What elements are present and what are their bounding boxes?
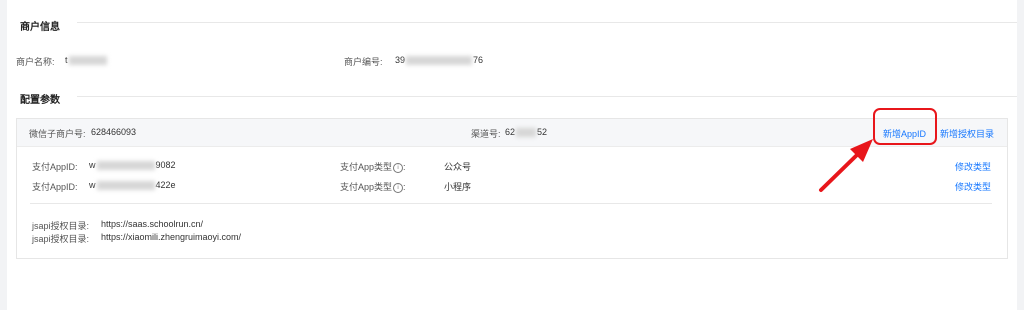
page: 商户信息 商户名称: t 商户编号: 39 76 配置参数 微信子商户号: 628… — [7, 0, 1017, 310]
red-arrow-icon — [819, 139, 873, 192]
